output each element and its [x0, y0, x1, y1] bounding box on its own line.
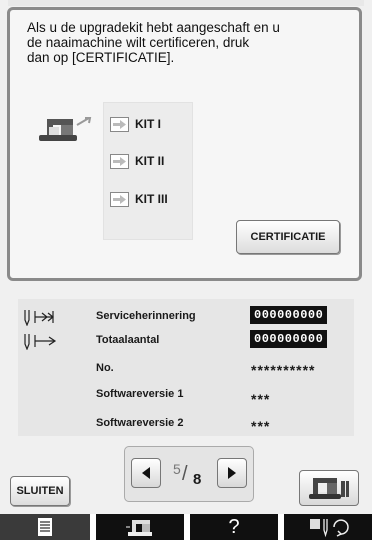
needle-rotate-icon	[310, 519, 349, 538]
kit-3-label: KIT III	[135, 192, 168, 206]
settings-page-tab[interactable]	[0, 514, 90, 540]
info-row-total: Totaalaantal 000000000	[18, 330, 354, 351]
sewing-machine-icon	[309, 478, 349, 499]
arrow-right-icon	[110, 153, 129, 169]
machine-tab[interactable]	[96, 514, 184, 540]
top-strip	[8, 0, 364, 6]
arrow-right-icon	[110, 116, 129, 132]
software-version-1-value: ***	[251, 391, 271, 407]
info-row-number: No. **********	[18, 359, 354, 379]
arrow-left-icon	[142, 467, 150, 479]
question-icon: ?	[228, 515, 240, 538]
info-row-service: Serviceherinnering 000000000	[18, 306, 354, 327]
total-count-label: Totaalaantal	[96, 334, 160, 346]
page-current: 5	[173, 461, 181, 477]
page-separator: /	[182, 463, 188, 485]
next-page-button[interactable]	[217, 458, 247, 488]
page-total: 8	[193, 471, 202, 488]
kit-1: KIT I	[110, 113, 161, 135]
number-value: **********	[251, 362, 316, 378]
total-count-value: 000000000	[249, 330, 328, 348]
page-indicator: 5 / 8	[171, 461, 209, 489]
certificatie-button[interactable]: CERTIFICATIE	[236, 220, 340, 254]
machine-info-panel: Serviceherinnering 000000000 Totaalaanta…	[18, 299, 354, 436]
document-icon	[38, 518, 52, 536]
previous-page-button[interactable]	[131, 458, 161, 488]
sewing-machine-icon	[126, 520, 152, 536]
page-navigator: 5 / 8	[124, 446, 254, 502]
service-reminder-label: Serviceherinnering	[96, 310, 196, 322]
needle-arrow-icon	[24, 334, 57, 350]
kit-2: KIT II	[110, 150, 164, 172]
sluiten-button[interactable]: SLUITEN	[10, 476, 70, 506]
software-version-2-label: Softwareversie 2	[96, 417, 184, 429]
kit-1-label: KIT I	[135, 117, 161, 131]
kit-2-label: KIT II	[135, 154, 165, 168]
arrow-right-icon	[110, 191, 129, 207]
number-label: No.	[96, 362, 114, 374]
certification-message: Als u de upgradekit hebt aangeschaft en …	[27, 20, 280, 65]
bottom-tab-bar: ?	[0, 514, 372, 540]
needle-mode-tab[interactable]	[284, 514, 372, 540]
info-row-software-1: Softwareversie 1 ***	[18, 385, 354, 407]
arrow-right-icon	[228, 467, 236, 479]
kit-3: KIT III	[110, 188, 168, 210]
needle-arrows-icon	[24, 310, 54, 326]
help-tab[interactable]: ?	[190, 514, 278, 540]
info-row-software-2: Softwareversie 2 ***	[18, 414, 354, 434]
machine-button[interactable]	[299, 470, 359, 506]
service-reminder-value: 000000000	[249, 306, 328, 324]
sewing-machine-upgrade-icon	[39, 117, 92, 141]
software-version-1-label: Softwareversie 1	[96, 388, 184, 400]
software-version-2-value: ***	[251, 418, 271, 434]
